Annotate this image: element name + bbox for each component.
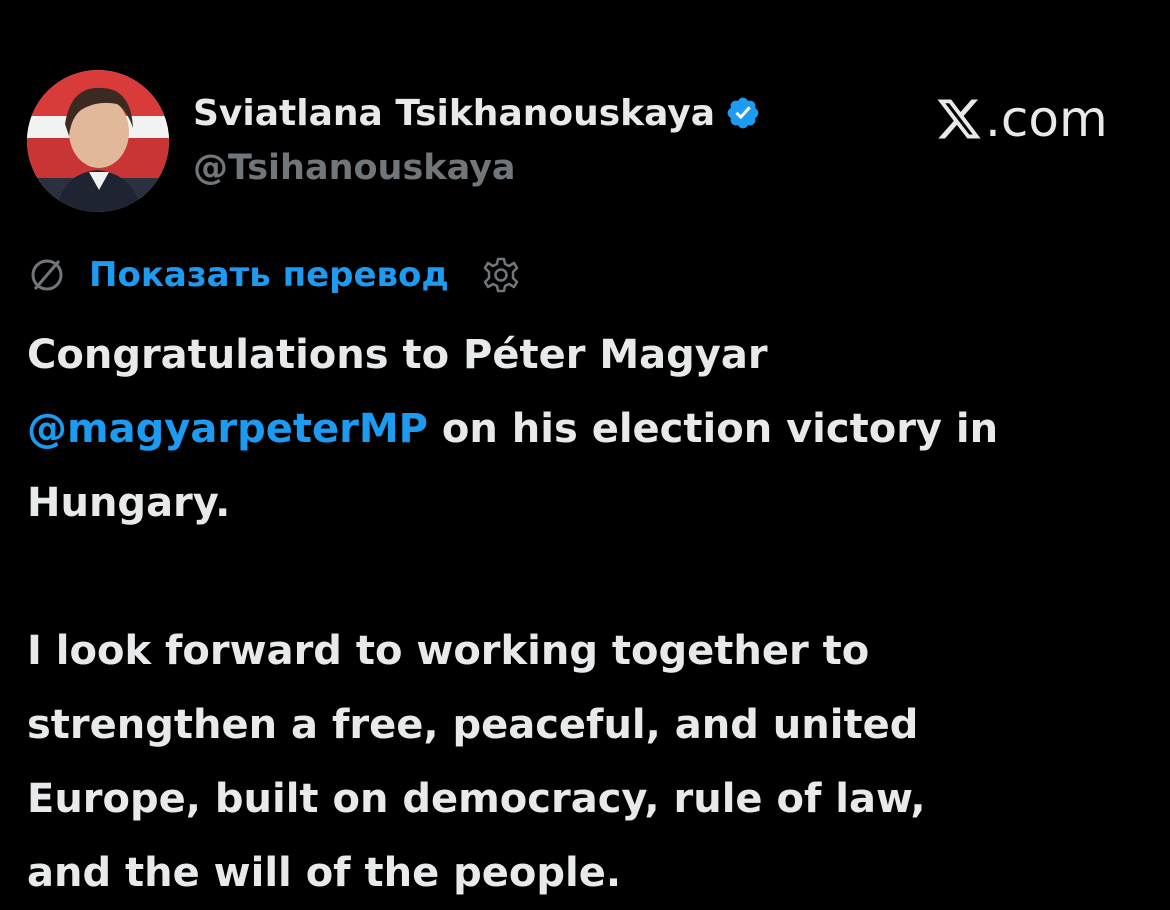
verified-badge-icon <box>725 95 761 131</box>
globe-icon <box>27 255 67 295</box>
author-handle[interactable]: @Tsihanouskaya <box>193 148 516 188</box>
tweet-line: and the will of the people. <box>27 850 622 896</box>
x-logo-icon <box>935 95 983 143</box>
site-label: .com <box>985 90 1108 148</box>
author-display-name[interactable]: Sviatlana Tsikhanouskaya <box>193 93 715 134</box>
tweet-line: Europe, built on democracy, rule of law, <box>27 776 926 822</box>
show-translation-link[interactable]: Показать перевод <box>89 255 449 295</box>
name-row: Sviatlana Tsikhanouskaya <box>193 88 761 138</box>
gear-icon[interactable] <box>481 255 521 295</box>
tweet-header: Sviatlana Tsikhanouskaya @Tsihanouskaya … <box>27 70 1147 215</box>
tweet-line: @magyarpeterMP on his election victory i… <box>27 392 1152 466</box>
tweet-line: strengthen a free, peaceful, and united <box>27 702 919 748</box>
translate-row: Показать перевод <box>27 250 521 300</box>
tweet-line: Hungary. <box>27 480 231 526</box>
tweet-line: Congratulations to Péter Magyar <box>27 332 768 378</box>
tweet-text: Congratulations to Péter Magyar @magyarp… <box>27 318 1152 910</box>
site-brand: .com <box>935 90 1108 148</box>
mention-link[interactable]: @magyarpeterMP <box>27 406 428 452</box>
tweet-line: I look forward to working together to <box>27 628 870 674</box>
tweet-line-text: on his election victory in <box>427 406 999 452</box>
avatar[interactable] <box>27 70 169 212</box>
